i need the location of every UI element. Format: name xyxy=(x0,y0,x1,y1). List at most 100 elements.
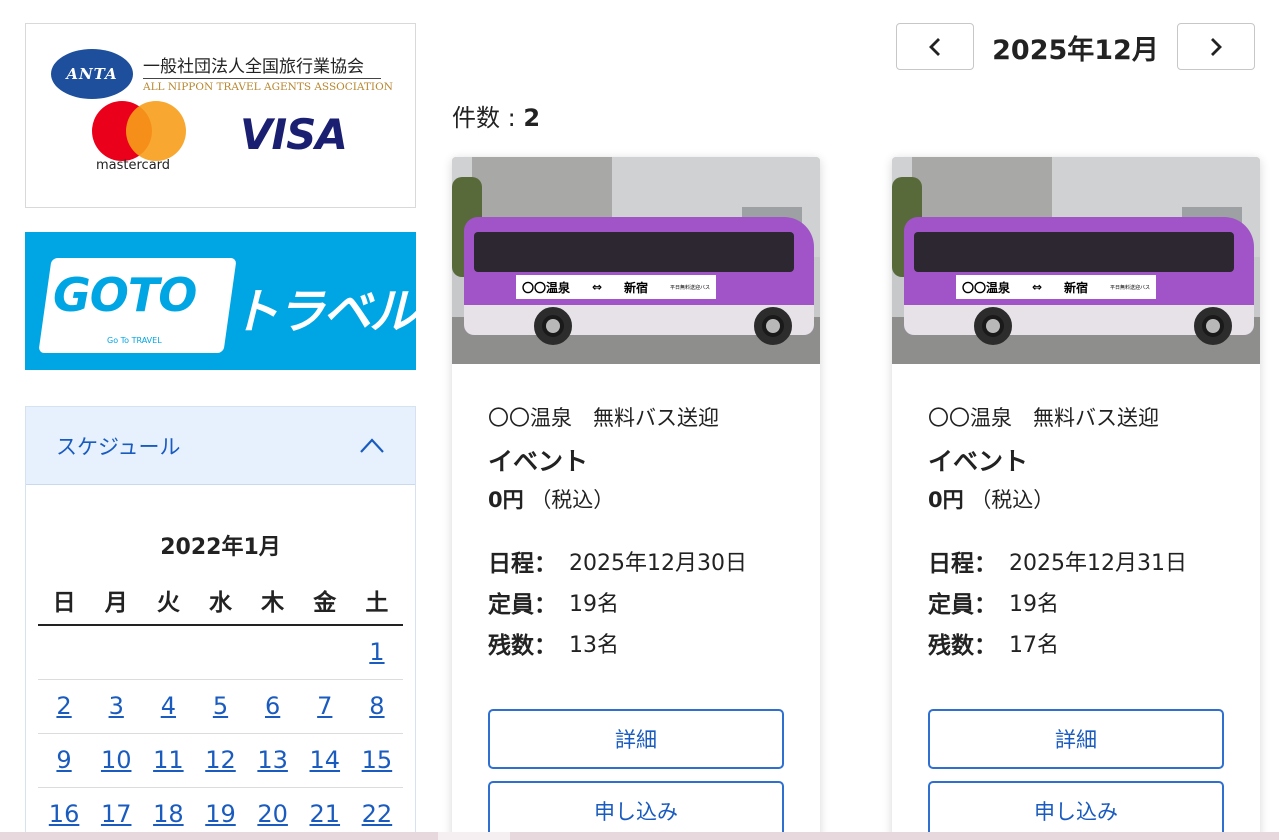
bus-photo: 〇〇温泉 ⇔ 新宿 平日無料送迎バス xyxy=(892,157,1260,364)
remaining-value: 13名 xyxy=(569,632,619,658)
bus-sign-arrow: ⇔ xyxy=(591,280,603,294)
calendar-day-link[interactable]: 17 xyxy=(101,800,132,828)
calendar-day: 11 xyxy=(142,733,195,788)
calendar-day-link[interactable]: 5 xyxy=(213,692,228,720)
schedule-header[interactable]: スケジュール xyxy=(26,407,415,485)
calendar-week: 2 3 4 5 6 7 8 xyxy=(38,679,403,734)
card-body: 〇〇温泉 無料バス送迎 イベント 0円 （税込） 日程： 2025年12月31日… xyxy=(892,364,1260,840)
bus-sign-origin: 〇〇温泉 xyxy=(522,280,571,295)
result-count-label: 件数 : xyxy=(452,104,524,132)
bus-sign-destination: 新宿 xyxy=(1063,280,1088,295)
calendar-day-link[interactable]: 11 xyxy=(153,746,184,774)
weekday-mon: 月 xyxy=(90,583,143,626)
calendar-day-empty xyxy=(298,625,351,680)
card-title: イベント xyxy=(488,447,589,476)
calendar-day: 5 xyxy=(194,679,247,734)
date-value: 2025年12月31日 xyxy=(1009,550,1187,576)
capacity-label: 定員： xyxy=(488,591,557,618)
calendar-day-link[interactable]: 15 xyxy=(362,746,393,774)
calendar-day-link[interactable]: 1 xyxy=(369,638,384,666)
card-body: 〇〇温泉 無料バス送迎 イベント 0円 （税込） 日程： 2025年12月30日… xyxy=(452,364,820,840)
price-tax: （税込） xyxy=(970,488,1055,512)
card-category: 〇〇温泉 無料バス送迎 xyxy=(928,406,1159,430)
next-month-button[interactable] xyxy=(1177,23,1255,70)
chevron-up-icon[interactable] xyxy=(359,437,385,455)
goto-small-text: Go To TRAVEL xyxy=(107,336,162,345)
card-category: 〇〇温泉 無料バス送迎 xyxy=(488,406,719,430)
detail-button[interactable]: 詳細 xyxy=(488,709,784,769)
calendar-day-link[interactable]: 21 xyxy=(310,800,341,828)
date-label: 日程： xyxy=(928,550,997,577)
current-month: 2025年12月 xyxy=(992,35,1159,66)
calendar-day-empty xyxy=(194,625,247,680)
scrollbar-thumb[interactable] xyxy=(438,832,510,840)
calendar-day-link[interactable]: 22 xyxy=(362,800,393,828)
calendar-day-link[interactable]: 4 xyxy=(161,692,176,720)
anta-emblem-text: ANTA xyxy=(66,65,118,83)
calendar-day: 8 xyxy=(350,679,403,734)
goto-travel-banner[interactable]: GOTO Go To TRAVEL トラベル xyxy=(25,232,416,370)
weekday-sat: 土 xyxy=(350,583,403,626)
result-count-value: 2 xyxy=(523,104,541,132)
calendar-day: 14 xyxy=(298,733,351,788)
calendar-day-link[interactable]: 8 xyxy=(369,692,384,720)
anta-name-en: ALL NIPPON TRAVEL AGENTS ASSOCIATION xyxy=(143,81,393,93)
schedule-panel: スケジュール 2022年1月 日 月 火 水 木 金 土 1 2 3 4 5 6… xyxy=(25,406,416,840)
calendar-day-empty xyxy=(38,625,91,680)
calendar-day: 6 xyxy=(246,679,299,734)
page: ANTA 一般社団法人全国旅行業協会 ALL NIPPON TRAVEL AGE… xyxy=(0,0,1279,840)
date-row: 日程： 2025年12月30日 xyxy=(488,540,784,581)
calendar-day-link[interactable]: 7 xyxy=(317,692,332,720)
bus-sign-arrow: ⇔ xyxy=(1031,280,1043,294)
calendar-day-link[interactable]: 18 xyxy=(153,800,184,828)
calendar-day-link[interactable]: 12 xyxy=(205,746,236,774)
calendar-day-empty xyxy=(246,625,299,680)
detail-button[interactable]: 詳細 xyxy=(928,709,1224,769)
weekday-fri: 金 xyxy=(298,583,351,626)
capacity-row: 定員： 19名 xyxy=(488,581,784,622)
calendar-day-empty xyxy=(90,625,143,680)
prev-month-button[interactable] xyxy=(896,23,974,70)
bottom-scrollbar[interactable] xyxy=(0,832,1279,840)
calendar-week: 9 10 11 12 13 14 15 xyxy=(38,733,403,788)
calendar-table: 日 月 火 水 木 金 土 1 2 3 4 5 6 7 8 9 10 11 12… xyxy=(38,583,403,840)
bus-sign-destination: 新宿 xyxy=(623,280,648,295)
calendar-day-link[interactable]: 6 xyxy=(265,692,280,720)
price-value: 0円 xyxy=(928,488,964,512)
calendar-day-link[interactable]: 14 xyxy=(310,746,341,774)
calendar-month: 2022年1月 xyxy=(160,535,281,560)
price-value: 0円 xyxy=(488,488,524,512)
bus-sign-note: 平日無料送迎バス xyxy=(1109,284,1150,291)
mastercard-label: mastercard xyxy=(96,158,171,173)
mastercard-icon xyxy=(92,101,188,161)
remaining-row: 残数： 17名 xyxy=(928,622,1224,663)
card-price: 0円 （税込） xyxy=(928,484,1224,514)
calendar-day-link[interactable]: 19 xyxy=(205,800,236,828)
calendar-day: 4 xyxy=(142,679,195,734)
visa-logo: VISA xyxy=(240,110,348,159)
calendar-day-link[interactable]: 20 xyxy=(257,800,288,828)
calendar-day-link[interactable]: 9 xyxy=(56,746,71,774)
calendar-weekday-row: 日 月 火 水 木 金 土 xyxy=(38,583,403,626)
weekday-wed: 水 xyxy=(194,583,247,626)
bus-sign: 〇〇温泉 ⇔ 新宿 平日無料送迎バス xyxy=(516,275,716,299)
calendar-day-link[interactable]: 2 xyxy=(56,692,71,720)
calendar-day: 9 xyxy=(38,733,91,788)
schedule-title: スケジュール xyxy=(56,434,181,459)
remaining-label: 残数： xyxy=(928,632,997,659)
anta-logo: ANTA xyxy=(51,49,133,99)
remaining-label: 残数： xyxy=(488,632,557,659)
calendar-day-link[interactable]: 10 xyxy=(101,746,132,774)
calendar-day: 7 xyxy=(298,679,351,734)
calendar-day-link[interactable]: 3 xyxy=(109,692,124,720)
calendar-day-link[interactable]: 16 xyxy=(49,800,80,828)
price-tax: （税込） xyxy=(530,488,615,512)
calendar-day: 2 xyxy=(38,679,91,734)
card-price: 0円 （税込） xyxy=(488,484,784,514)
calendar-day: 10 xyxy=(90,733,143,788)
date-row: 日程： 2025年12月31日 xyxy=(928,540,1224,581)
capacity-label: 定員： xyxy=(928,591,997,618)
calendar-day: 13 xyxy=(246,733,299,788)
capacity-value: 19名 xyxy=(1009,591,1059,617)
calendar-day-link[interactable]: 13 xyxy=(257,746,288,774)
